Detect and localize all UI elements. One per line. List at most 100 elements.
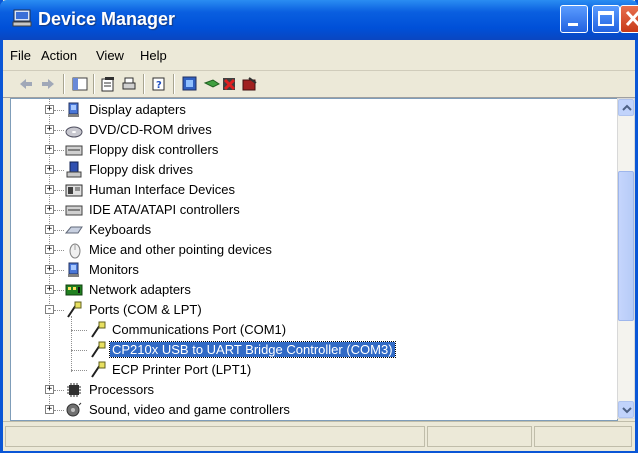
expand-button[interactable]: + (45, 205, 54, 214)
close-icon (625, 10, 638, 27)
scroll-up-button[interactable] (618, 99, 634, 116)
vertical-scrollbar[interactable] (617, 98, 635, 419)
tree-guide-line (54, 130, 64, 131)
back-icon[interactable] (17, 75, 35, 93)
tree-item-label: Processors (89, 382, 155, 397)
tree-item-label: Display adapters (89, 102, 186, 117)
scan-hardware-icon[interactable] (181, 75, 199, 93)
tree-item-label: Network adapters (89, 282, 191, 297)
tree-item-mice[interactable]: + Mice and other pointing devices (11, 240, 611, 260)
tree-guide-line (54, 190, 64, 191)
tree-item-ide-controllers[interactable]: + IDE ATA/ATAPI controllers (11, 200, 611, 220)
tree-guide-line (54, 150, 64, 151)
menu-bar: File Action View Help (3, 42, 635, 71)
status-cell (5, 426, 425, 447)
status-cell (427, 426, 532, 447)
tree-item-label: Sound, video and game controllers (89, 402, 290, 417)
tree-item-com1[interactable]: Communications Port (COM1) (11, 320, 611, 340)
tree-item-floppy-drives[interactable]: + Floppy disk drives (11, 160, 611, 180)
print-icon[interactable] (120, 75, 138, 93)
tree-item-label: DVD/CD-ROM drives (89, 122, 212, 137)
maximize-button[interactable] (592, 5, 620, 33)
title-bar[interactable]: Device Manager (0, 0, 638, 40)
tree-item-keyboards[interactable]: + Keyboards (11, 220, 611, 240)
close-button[interactable] (620, 5, 638, 33)
expand-button[interactable]: + (45, 165, 54, 174)
floppy-drive-icon (66, 161, 82, 178)
tree-item-label: Mice and other pointing devices (89, 242, 272, 257)
tree-item-hid[interactable]: + Human Interface Devices (11, 180, 611, 200)
port-icon (67, 301, 82, 318)
forward-icon[interactable] (39, 75, 57, 93)
tree-guide-line (54, 410, 64, 411)
show-hide-tree-icon[interactable] (71, 75, 89, 93)
tree-guide-line (54, 270, 64, 271)
processor-icon (67, 383, 81, 397)
tree-item-lpt1[interactable]: ECP Printer Port (LPT1) (11, 360, 611, 380)
tree-item-network-adapters[interactable]: + Network adapters (11, 280, 611, 300)
disk-controller-icon (65, 145, 83, 156)
hid-icon (65, 184, 83, 197)
expand-button[interactable]: + (45, 105, 54, 114)
tree-guide-line (54, 290, 64, 291)
status-bar (3, 421, 635, 451)
tree-item-floppy-controllers[interactable]: + Floppy disk controllers (11, 140, 611, 160)
keyboard-icon (65, 226, 83, 234)
scroll-thumb[interactable] (618, 171, 634, 321)
toolbar: ? (3, 71, 635, 98)
tree-item-label-selected: CP210x USB to UART Bridge Controller (CO… (109, 341, 396, 358)
tree-guide-line (54, 250, 64, 251)
menu-help[interactable]: Help (140, 48, 167, 63)
tree-item-monitors[interactable]: + Monitors (11, 260, 611, 280)
mouse-icon (69, 243, 81, 259)
menu-view[interactable]: View (96, 48, 124, 63)
expand-button[interactable]: + (45, 405, 54, 414)
tree-item-sound[interactable]: + Sound, video and game controllers (11, 400, 611, 420)
tree-item-label: Floppy disk controllers (89, 142, 219, 157)
minimize-icon (568, 23, 578, 26)
properties-icon[interactable] (99, 75, 117, 93)
tree-item-cp210x[interactable]: CP210x USB to UART Bridge Controller (CO… (11, 340, 611, 360)
tree-item-label: Floppy disk drives (89, 162, 194, 177)
tree-item-processors[interactable]: + Processors (11, 380, 611, 400)
dvd-drive-icon (65, 126, 83, 138)
chevron-down-icon (622, 407, 632, 414)
help-icon[interactable]: ? (150, 75, 168, 93)
scroll-down-button[interactable] (618, 401, 634, 418)
expand-button[interactable]: + (45, 265, 54, 274)
minimize-button[interactable] (560, 5, 588, 33)
disable-icon[interactable] (241, 75, 259, 93)
expand-button[interactable]: + (45, 125, 54, 134)
expand-button[interactable]: + (45, 225, 54, 234)
chevron-up-icon (622, 104, 632, 111)
expand-button[interactable]: + (45, 245, 54, 254)
tree-guide-line (54, 390, 64, 391)
monitor-icon (68, 262, 79, 277)
tree-guide-line (54, 170, 64, 171)
tree-item-dvd-drives[interactable]: + DVD/CD-ROM drives (11, 120, 611, 140)
tree-item-label: IDE ATA/ATAPI controllers (89, 202, 240, 217)
update-driver-icon[interactable] (203, 75, 221, 93)
tree-guide-line (54, 230, 64, 231)
expand-button[interactable]: + (45, 185, 54, 194)
ide-controller-icon (65, 205, 83, 216)
tree-item-ports[interactable]: - Ports (COM & LPT) (11, 300, 611, 320)
menu-file[interactable]: File (10, 48, 31, 63)
toolbar-separator (93, 74, 95, 94)
expand-button[interactable]: + (45, 145, 54, 154)
port-icon (91, 361, 106, 378)
device-tree[interactable]: + Display adapters + DVD/CD-ROM drives +… (10, 98, 618, 421)
expand-button[interactable]: + (45, 385, 54, 394)
tree-guide-line (71, 330, 87, 331)
tree-item-display-adapters[interactable]: + Display adapters (11, 100, 611, 120)
collapse-button[interactable]: - (45, 305, 54, 314)
uninstall-icon[interactable] (221, 75, 239, 93)
expand-button[interactable]: + (45, 285, 54, 294)
tree-guide-line (71, 350, 87, 351)
tree-item-label: Human Interface Devices (89, 182, 235, 197)
tree-item-label: ECP Printer Port (LPT1) (112, 362, 252, 377)
menu-action[interactable]: Action (41, 48, 77, 63)
toolbar-separator (173, 74, 175, 94)
tree-item-label: Ports (COM & LPT) (89, 302, 202, 317)
window-title: Device Manager (38, 9, 176, 29)
